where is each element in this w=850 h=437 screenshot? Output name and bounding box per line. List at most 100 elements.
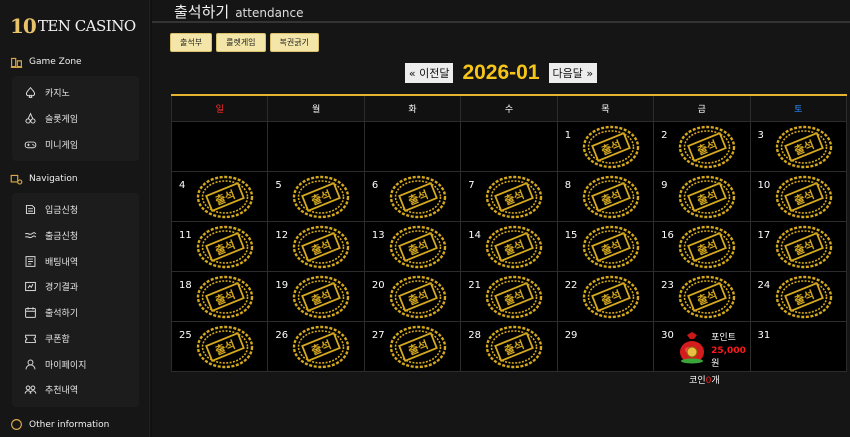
day-number: 26: [275, 329, 289, 341]
game-zone-icon: [10, 57, 23, 68]
gamepad-icon: [24, 141, 37, 148]
tab-lottery[interactable]: 복권긁기: [269, 33, 319, 52]
calendar-week: 4 출석 5 출석 6 출석 7 출석 8 출석 9 출석 10 출석: [170, 170, 848, 222]
calendar-day: 16 출석: [653, 220, 751, 272]
day-number: 2: [661, 129, 668, 141]
sidebar-item-game_zone-3[interactable]: 미니게임: [12, 131, 139, 157]
stamp-icon: 출석: [678, 225, 736, 268]
day-number: 13: [371, 229, 385, 241]
page-subtitle: attendance: [235, 6, 304, 20]
calendar-week: 11 출석 12 출석 13 출석 14 출석 15 출석 16 출석 17 출석: [170, 220, 848, 272]
attendance-stamp: 출석: [292, 275, 350, 319]
game-zone-title: Game Zone: [0, 52, 149, 72]
tab-attendance-book[interactable]: 출석부: [170, 33, 213, 52]
calendar-week: 18 출석 19 출석 20 출석 21 출석 22 출석 23 출석 24 출석: [170, 270, 848, 322]
calendar-day: 8 출석: [556, 170, 655, 222]
calendar-day: 27 출석: [363, 320, 462, 372]
next-month-button[interactable]: 다음달 »: [548, 63, 598, 83]
weekday-header: 금: [653, 94, 751, 122]
attendance-stamp: 출석: [775, 225, 833, 269]
stamp-icon: 출석: [196, 325, 254, 368]
attendance-stamp: 출석: [389, 175, 447, 219]
attendance-stamp: 출석: [485, 325, 543, 369]
day-number: 12: [275, 229, 289, 241]
sidebar-item-label: 미니게임: [45, 140, 79, 151]
cherries-icon: [25, 112, 36, 124]
day-number: 11: [179, 229, 192, 241]
reward-points: 25,000: [711, 345, 746, 356]
attendance-stamp: 출석: [196, 175, 254, 219]
stamp-icon: 출석: [486, 325, 543, 368]
results-icon: [25, 282, 36, 292]
weekday-header: 일: [170, 94, 269, 122]
calendar-day: 1 출석: [556, 120, 655, 172]
sidebar-item-game_zone-1[interactable]: 카지노: [12, 80, 139, 106]
sidebar-item-navigation-3[interactable]: 배팅내역: [12, 248, 139, 274]
weekday-header: 월: [267, 94, 365, 122]
day-number: 7: [468, 179, 475, 191]
attendance-stamp: 출석: [292, 225, 350, 269]
spade-icon: [25, 87, 36, 99]
sidebar-item-label: 입금신청: [45, 206, 79, 217]
stamp-icon: 출석: [582, 275, 639, 318]
day-number: 28: [468, 329, 481, 341]
attendance-stamp: 출석: [485, 175, 543, 219]
game-zone-menu: 카지노 슬롯게임미니게임: [12, 76, 139, 162]
referral-icon: [24, 385, 37, 394]
attendance-stamp: 출석: [678, 275, 736, 319]
calendar-day: 5 출석: [267, 170, 365, 222]
page-title: 출석하기: [174, 3, 230, 21]
attendance-stamp: 출석: [678, 175, 736, 219]
coupon-icon: [25, 334, 36, 343]
calendar-day: 30 포인트 25,000 원 코인0개: [653, 320, 751, 386]
stamp-icon: 출석: [775, 125, 832, 168]
prev-month-button[interactable]: « 이전달: [404, 63, 454, 83]
stamp-icon: 출석: [293, 275, 350, 318]
attendance-stamp: 출석: [292, 175, 350, 219]
sidebar-item-navigation-2[interactable]: 출금신청: [12, 223, 139, 249]
sidebar-item-navigation-5[interactable]: 출석하기: [12, 300, 139, 326]
calendar-day: 21 출석: [460, 270, 558, 322]
sidebar-item-navigation-7[interactable]: 마이페이지: [12, 351, 139, 377]
main-content: 출석하기 attendance 출석부 룰렛게임 복권긁기 « 이전달 2026…: [152, 0, 850, 437]
stamp-icon: 출석: [196, 275, 254, 318]
calendar-week: 25 출석 26 출석 27 출석 28 출석 29 30 포인트 25,000 원 코인0개 31: [170, 320, 848, 386]
sidebar-item-label: 추천내역: [45, 386, 79, 397]
day-number: 15: [564, 229, 578, 241]
sidebar-item-navigation-6[interactable]: 쿠폰함: [12, 326, 139, 352]
reward-text: 포인트 25,000 원: [711, 332, 746, 371]
calendar-empty-cell: [363, 120, 462, 172]
sidebar-item-navigation-4[interactable]: 경기결과: [12, 274, 139, 300]
sidebar-item-navigation-8[interactable]: 추천내역: [12, 377, 139, 403]
attendance-stamp: 출석: [582, 225, 640, 269]
page-header: 출석하기 attendance: [152, 0, 850, 23]
sidebar-item-game_zone-2[interactable]: 슬롯게임: [12, 106, 139, 132]
stamp-icon: 출석: [196, 175, 254, 218]
stamp-icon: 출석: [389, 275, 447, 318]
attendance-tabs: 출석부 룰렛게임 복권긁기: [170, 33, 319, 52]
calendar-week: 1 출석 2 출석 3 출석: [170, 120, 848, 172]
calendar-day: 23 출석: [653, 270, 751, 322]
attendance-stamp: 출석: [196, 275, 254, 319]
info-icon: [11, 419, 22, 431]
attendance-stamp: 출석: [389, 325, 447, 369]
stamp-icon: 출석: [196, 225, 254, 268]
stamp-icon: 출석: [582, 125, 639, 168]
logo[interactable]: 10 TEN CASINO: [0, 0, 149, 52]
month-navigation: « 이전달 2026-01 다음달 »: [152, 61, 850, 85]
calendar-day: 25 출석: [170, 320, 269, 372]
sidebar-item-navigation-1[interactable]: 입금신청: [12, 197, 139, 223]
calendar-day: 28 출석: [460, 320, 558, 372]
stamp-icon: 출석: [293, 325, 350, 368]
sidebar-item-label: 출석하기: [45, 309, 79, 320]
withdraw-icon: [24, 232, 37, 239]
day-number: 30: [661, 329, 674, 341]
day-number: 29: [564, 329, 578, 341]
calendar-day: 26 출석: [267, 320, 365, 372]
calendar-empty-cell: [460, 120, 558, 172]
stamp-icon: 출석: [678, 125, 736, 168]
calendar-day: 18 출석: [170, 270, 269, 322]
reward-label: 포인트: [711, 332, 736, 343]
tab-roulette[interactable]: 룰렛게임: [216, 33, 266, 52]
calendar-day: 11 출석: [170, 220, 269, 272]
